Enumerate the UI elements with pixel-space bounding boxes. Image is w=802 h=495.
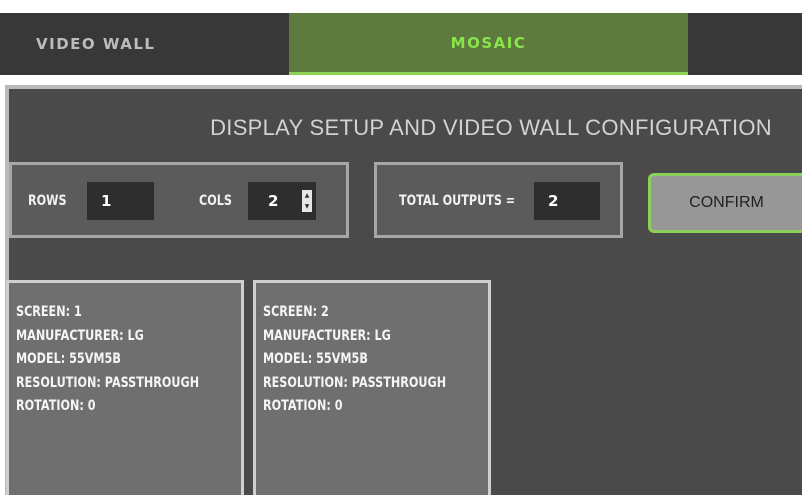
- screen-number: SCREEN: 1: [16, 304, 82, 320]
- tab-mosaic[interactable]: MOSAIC: [289, 13, 688, 75]
- stepper-up-icon[interactable]: ▲: [305, 192, 310, 199]
- screen-manufacturer: MANUFACTURER: LG: [263, 327, 391, 344]
- screen-manufacturer: MANUFACTURER: LG: [16, 327, 144, 344]
- cols-stepper[interactable]: ▲ ▼: [302, 190, 312, 212]
- screen-rotation: ROTATION: 0: [16, 398, 96, 414]
- cols-label: COLS: [199, 193, 232, 209]
- screen-rotation: ROTATION: 0: [263, 398, 343, 414]
- total-outputs-group: TOTAL OUTPUTS = 2: [374, 162, 623, 238]
- screen-model: MODEL: 55VM5B: [16, 351, 121, 367]
- cols-value: 2: [268, 192, 279, 210]
- screen-resolution: RESOLUTION: PASSTHROUGH: [16, 374, 200, 391]
- screen-model: MODEL: 55VM5B: [263, 351, 368, 367]
- rows-cols-group: ROWS 1 COLS 2 ▲ ▼: [9, 162, 349, 238]
- cols-input[interactable]: 2 ▲ ▼: [248, 182, 316, 220]
- rows-input[interactable]: 1: [87, 182, 154, 220]
- total-outputs-value: 2: [534, 182, 600, 220]
- stepper-down-icon[interactable]: ▼: [305, 203, 310, 210]
- tab-bar: VIDEO WALL MOSAIC: [0, 13, 802, 75]
- screen-number: SCREEN: 2: [263, 304, 329, 320]
- confirm-button[interactable]: CONFIRM: [648, 173, 802, 233]
- screen-card[interactable]: SCREEN: 1 MANUFACTURER: LG MODEL: 55VM5B…: [6, 280, 244, 495]
- rows-label: ROWS: [28, 193, 67, 209]
- tab-video-wall[interactable]: VIDEO WALL: [0, 13, 289, 75]
- top-strip: [0, 0, 802, 13]
- panel-title: DISPLAY SETUP AND VIDEO WALL CONFIGURATI…: [210, 115, 772, 140]
- total-outputs-label: TOTAL OUTPUTS =: [399, 193, 516, 209]
- screen-resolution: RESOLUTION: PASSTHROUGH: [263, 374, 447, 391]
- screen-card[interactable]: SCREEN: 2 MANUFACTURER: LG MODEL: 55VM5B…: [253, 280, 491, 495]
